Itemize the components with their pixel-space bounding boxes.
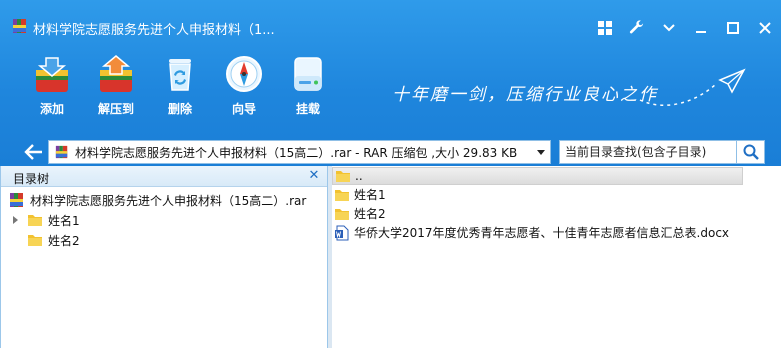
close-button[interactable]	[749, 12, 781, 44]
file-row-docx[interactable]: 华侨大学2017年度优秀青年志愿者、十佳青年志愿者信息汇总表.docx	[332, 223, 781, 242]
wizard-button[interactable]: 向导	[212, 52, 276, 122]
file-row-folder-name2[interactable]: 姓名2	[332, 204, 781, 223]
grid-icon	[598, 21, 612, 35]
search-icon	[743, 144, 759, 160]
folder-icon	[28, 215, 42, 226]
folder-up-icon	[336, 171, 350, 182]
parent-directory-row[interactable]: ..	[332, 167, 743, 185]
back-arrow-icon[interactable]	[22, 142, 44, 162]
tree-root-item[interactable]: 材料学院志愿服务先进个人申报材料（15高二）.rar	[1, 190, 327, 210]
minimize-icon	[696, 31, 706, 33]
window-controls	[589, 12, 781, 44]
expand-arrow-icon[interactable]	[13, 216, 18, 224]
extract-to-label: 解压到	[97, 102, 134, 116]
main-toolbar: 添加 解压到 删除 向导 挂载	[20, 52, 340, 122]
mount-button[interactable]: 挂载	[276, 52, 340, 122]
tree-item-name1[interactable]: 姓名1	[1, 210, 327, 230]
tree-item-label: 姓名2	[48, 233, 80, 248]
tree-root-label: 材料学院志愿服务先进个人申报材料（15高二）.rar	[30, 193, 307, 208]
add-label: 添加	[39, 102, 64, 116]
delete-label: 删除	[167, 102, 192, 116]
file-name: 姓名1	[354, 188, 386, 202]
tree-title: 目录树	[13, 172, 50, 186]
mount-label: 挂载	[295, 102, 320, 116]
address-row: 材料学院志愿服务先进个人申报材料（15高二）.rar - RAR 压缩包 ,大小…	[0, 138, 781, 166]
wizard-label: 向导	[231, 102, 256, 116]
extract-to-button[interactable]: 解压到	[84, 52, 148, 122]
dropdown-triangle-icon	[537, 149, 545, 155]
search-button[interactable]	[737, 140, 765, 164]
file-list-panel: .. 姓名1 姓名2 华侨大学2017年度优秀青年志愿者、十佳青年志愿者信息汇总…	[332, 166, 781, 348]
delete-button[interactable]: 删除	[148, 52, 212, 122]
address-bar[interactable]: 材料学院志愿服务先进个人申报材料（15高二）.rar - RAR 压缩包 ,大小…	[48, 140, 551, 164]
folder-icon	[28, 235, 42, 246]
drive-icon	[294, 57, 322, 91]
tree-item-name2[interactable]: 姓名2	[1, 230, 327, 250]
add-button[interactable]: 添加	[20, 52, 84, 122]
title-bar[interactable]: 材料学院志愿服务先进个人申报材料（1...	[0, 0, 781, 48]
folder-icon	[335, 189, 349, 201]
slogan-text: 十年磨一剑，压缩行业良心之作	[392, 85, 658, 105]
rar-archive-icon	[55, 145, 68, 159]
window-title: 材料学院志愿服务先进个人申报材料（1...	[33, 23, 275, 38]
file-name: 华侨大学2017年度优秀青年志愿者、十佳青年志愿者信息汇总表.docx	[354, 226, 730, 240]
folder-icon	[335, 208, 349, 220]
menu-dropdown-button[interactable]	[653, 12, 685, 44]
tree-close-icon[interactable]: ✕	[307, 169, 321, 183]
word-document-icon	[335, 225, 349, 240]
extract-icon	[100, 55, 132, 92]
directory-tree-panel: 目录树 ✕ 材料学院志愿服务先进个人申报材料（15高二）.rar 姓名1 姓名2	[0, 166, 328, 348]
minimize-button[interactable]	[685, 12, 717, 44]
file-list-scrollbar[interactable]	[749, 166, 781, 348]
address-dropdown-button[interactable]	[532, 149, 550, 155]
maximize-icon	[727, 22, 739, 34]
tree-item-label: 姓名1	[48, 213, 80, 228]
close-icon	[759, 22, 771, 34]
file-name: 姓名2	[354, 207, 386, 221]
header-bar: 材料学院志愿服务先进个人申报材料（1... 添加 解压到 删除 向导 挂载 十年…	[0, 0, 781, 166]
rar-archive-icon	[10, 193, 23, 207]
app-logo-icon	[13, 19, 26, 33]
skin-grid-button[interactable]	[589, 12, 621, 44]
settings-button[interactable]	[621, 12, 653, 44]
add-archive-icon	[36, 57, 68, 92]
file-row-folder-name1[interactable]: 姓名1	[332, 185, 781, 204]
maximize-button[interactable]	[717, 12, 749, 44]
tree-header: 目录树 ✕	[1, 166, 327, 187]
recycle-bin-icon	[169, 59, 191, 91]
address-path: 材料学院志愿服务先进个人申报材料（15高二）.rar - RAR 压缩包 ,大小…	[75, 145, 518, 160]
compass-icon	[226, 56, 262, 92]
parent-directory-label: ..	[355, 169, 363, 183]
search-input[interactable]	[559, 140, 737, 164]
wrench-icon	[629, 20, 644, 34]
chevron-down-icon	[663, 24, 675, 32]
paper-plane-icon	[639, 68, 746, 106]
